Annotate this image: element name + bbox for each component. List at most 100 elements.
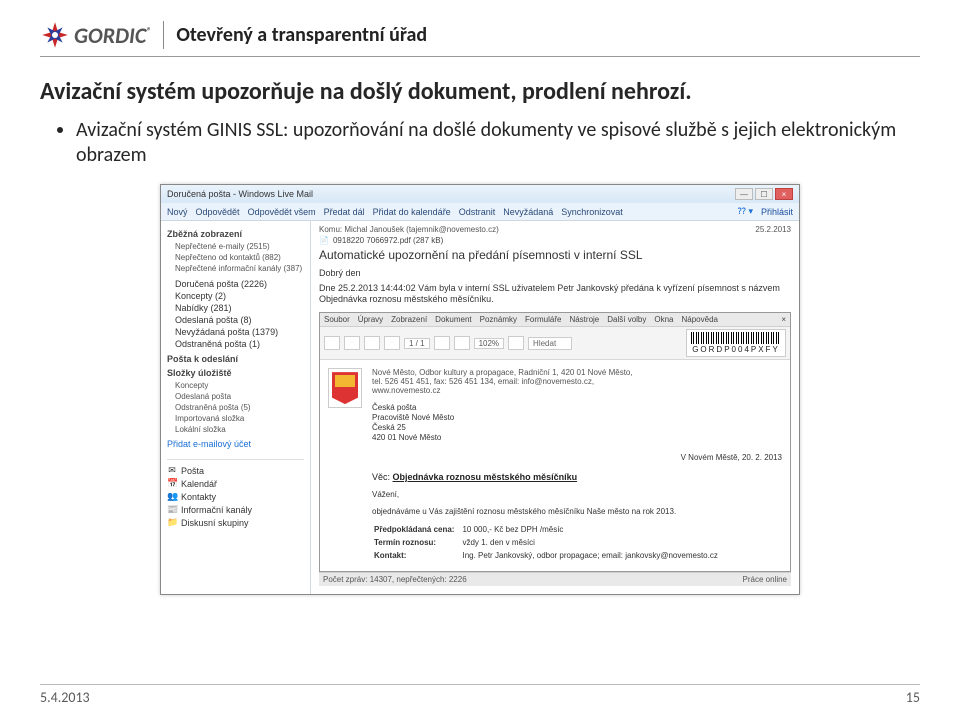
slide-header: GORDIC® Otevřený a transparentní úřad [40,20,920,57]
status-bar: Počet zpráv: 14307, nepřečtených: 2226 P… [319,572,791,586]
maximize-button[interactable]: ☐ [755,188,773,200]
mail-sidebar: Zběžná zobrazení Nepřečtené e-maily (251… [161,221,311,594]
page-field[interactable]: 1 / 1 [404,338,430,349]
menu-item[interactable]: Formuláře [525,315,561,324]
sidebar-item[interactable]: Nepřečtené informační kanály (387) [167,263,304,274]
attachment-viewer-window: Soubor Úpravy Zobrazení Dokument Poznámk… [319,312,791,572]
menu-item[interactable]: Okna [654,315,673,324]
mail-to-value: Michal Janoušek (tajemnik@novemesto.cz) [344,225,498,234]
add-account-link[interactable]: Přidat e-mailový účet [167,439,304,449]
doc-subject: Objednávka roznosu městského měsíčníku [393,472,578,482]
search-input[interactable]: Hledat [528,337,572,350]
help-icon[interactable]: ⁇ ▾ [738,206,753,217]
sidebar-item[interactable]: Lokální složka [167,424,304,435]
sender-block: Nové Město, Odbor kultury a propagace, R… [372,368,782,395]
nav-newsgroups[interactable]: 📁Diskusní skupiny [167,516,304,529]
mail-subject: Automatické upozornění na předání písemn… [319,248,791,262]
barcode-box: GORDP004PXFY [686,329,786,357]
nav-feeds[interactable]: 📰Informační kanály [167,503,304,516]
slide-footer: 5.4.2013 15 [40,684,920,706]
mail-toolbar: Nový Odpovědět Odpovědět všem Předat dál… [161,203,799,221]
toolbar-button[interactable] [508,336,524,350]
add-calendar-button[interactable]: Přidat do kalendáře [373,207,451,217]
menu-item[interactable]: Úpravy [358,315,383,324]
sidebar-section-quickviews: Zběžná zobrazení [167,229,304,239]
nav-mail[interactable]: ✉Pošta [167,464,304,477]
nav-calendar[interactable]: 📅Kalendář [167,477,304,490]
sidebar-item[interactable]: Odeslaná pošta [167,391,304,402]
viewer-close-icon[interactable]: × [781,315,786,324]
toolbar-button[interactable] [384,336,400,350]
toolbar-button[interactable] [364,336,380,350]
mail-icon: ✉ [167,465,177,476]
brand-name: GORDIC® [74,22,151,49]
doc-salutation: Vážení, [372,490,782,499]
doc-details-table: Předpokládaná cena:10 000,- Kč bez DPH /… [372,522,726,563]
toolbar-button[interactable] [344,336,360,350]
menu-item[interactable]: Soubor [324,315,350,324]
mail-date: 25.2.2013 [755,225,791,234]
forward-button[interactable]: Předat dál [324,207,365,217]
reply-all-button[interactable]: Odpovědět všem [248,207,316,217]
signin-button[interactable]: Přihlásit [761,207,793,217]
menu-item[interactable]: Nápověda [682,315,718,324]
mail-to-label: Komu: [319,225,342,234]
junk-button[interactable]: Nevyžádaná [503,207,553,217]
toolbar-button[interactable] [324,336,340,350]
menu-item[interactable]: Dokument [435,315,471,324]
sidebar-item[interactable]: Nepřečtené e-maily (2515) [167,241,304,252]
menu-item[interactable]: Další volby [607,315,646,324]
barcode-icon [691,332,781,344]
sidebar-item[interactable]: Importovaná složka [167,413,304,424]
mail-greeting: Dobrý den [319,268,791,280]
zoom-field[interactable]: 102% [474,338,504,349]
mail-body: Dobrý den Dne 25.2.2013 14:44:02 Vám byl… [319,268,791,306]
toolbar-button[interactable] [454,336,470,350]
menu-item[interactable]: Zobrazení [391,315,427,324]
bullet-list: Avizační systém GINIS SSL: upozorňování … [76,118,920,168]
menu-item[interactable]: Poznámky [480,315,517,324]
recipient-block: Česká pošta Pracoviště Nové Město Česká … [372,403,782,443]
delete-button[interactable]: Odstranit [459,207,496,217]
nav-contacts[interactable]: 👥Kontakty [167,490,304,503]
table-row: Termín roznosu:vždy 1. den v měsíci [374,537,724,548]
sidebar-item[interactable]: Koncepty (2) [167,290,304,302]
toolbar-button[interactable] [434,336,450,350]
doc-paragraph: objednáváme u Vás zajištění roznosu měst… [372,507,782,516]
window-controls: — ☐ × [735,188,793,200]
table-row: Kontakt:Ing. Petr Jankovský, odbor propa… [374,550,724,561]
star-icon [40,20,70,50]
close-button[interactable]: × [775,188,793,200]
sidebar-item[interactable]: Nepřečteno od kontaktů (882) [167,252,304,263]
menu-item[interactable]: Nástroje [569,315,599,324]
municipal-crest-icon [328,368,362,408]
sidebar-item[interactable]: Nevyžádaná pošta (1379) [167,326,304,338]
new-button[interactable]: Nový [167,207,188,217]
mail-attachment[interactable]: 0918220 7066972.pdf (287 kB) [333,236,443,245]
sidebar-section-outbox: Pošta k odeslání [167,354,304,364]
sidebar-item[interactable]: Odstraněná pošta (1) [167,338,304,350]
slide-headline: Avizační systém upozorňuje na došlý doku… [40,77,920,106]
minimize-button[interactable]: — [735,188,753,200]
footer-date: 5.4.2013 [40,689,90,706]
presentation-title: Otevřený a transparentní úřad [176,23,427,47]
pdf-icon: 📄 [319,236,329,245]
table-row: Předpokládaná cena:10 000,- Kč bez DPH /… [374,524,724,535]
calendar-icon: 📅 [167,478,177,489]
reply-button[interactable]: Odpovědět [196,207,240,217]
sidebar-item[interactable]: Odeslaná pošta (8) [167,314,304,326]
bullet-item: Avizační systém GINIS SSL: upozorňování … [76,118,920,168]
barcode-value: GORDP004PXFY [692,345,780,354]
doc-subject-label: Věc: [372,472,390,482]
sidebar-item[interactable]: Doručená pošta (2226) [167,278,304,290]
sync-button[interactable]: Synchronizovat [561,207,623,217]
sidebar-section-storage: Složky úložiště [167,368,304,378]
footer-page: 15 [906,689,920,706]
sidebar-item[interactable]: Odstraněná pošta (5) [167,402,304,413]
sidebar-item[interactable]: Nabídky (281) [167,302,304,314]
status-count: Počet zpráv: 14307, nepřečtených: 2226 [323,575,467,584]
mail-preview-pane: Komu: Michal Janoušek (tajemnik@novemest… [311,221,799,594]
sidebar-item[interactable]: Koncepty [167,380,304,391]
mail-body-line: Dne 25.2.2013 14:44:02 Vám byla v intern… [319,283,791,306]
window-titlebar: Doručená pošta - Windows Live Mail — ☐ × [161,185,799,203]
